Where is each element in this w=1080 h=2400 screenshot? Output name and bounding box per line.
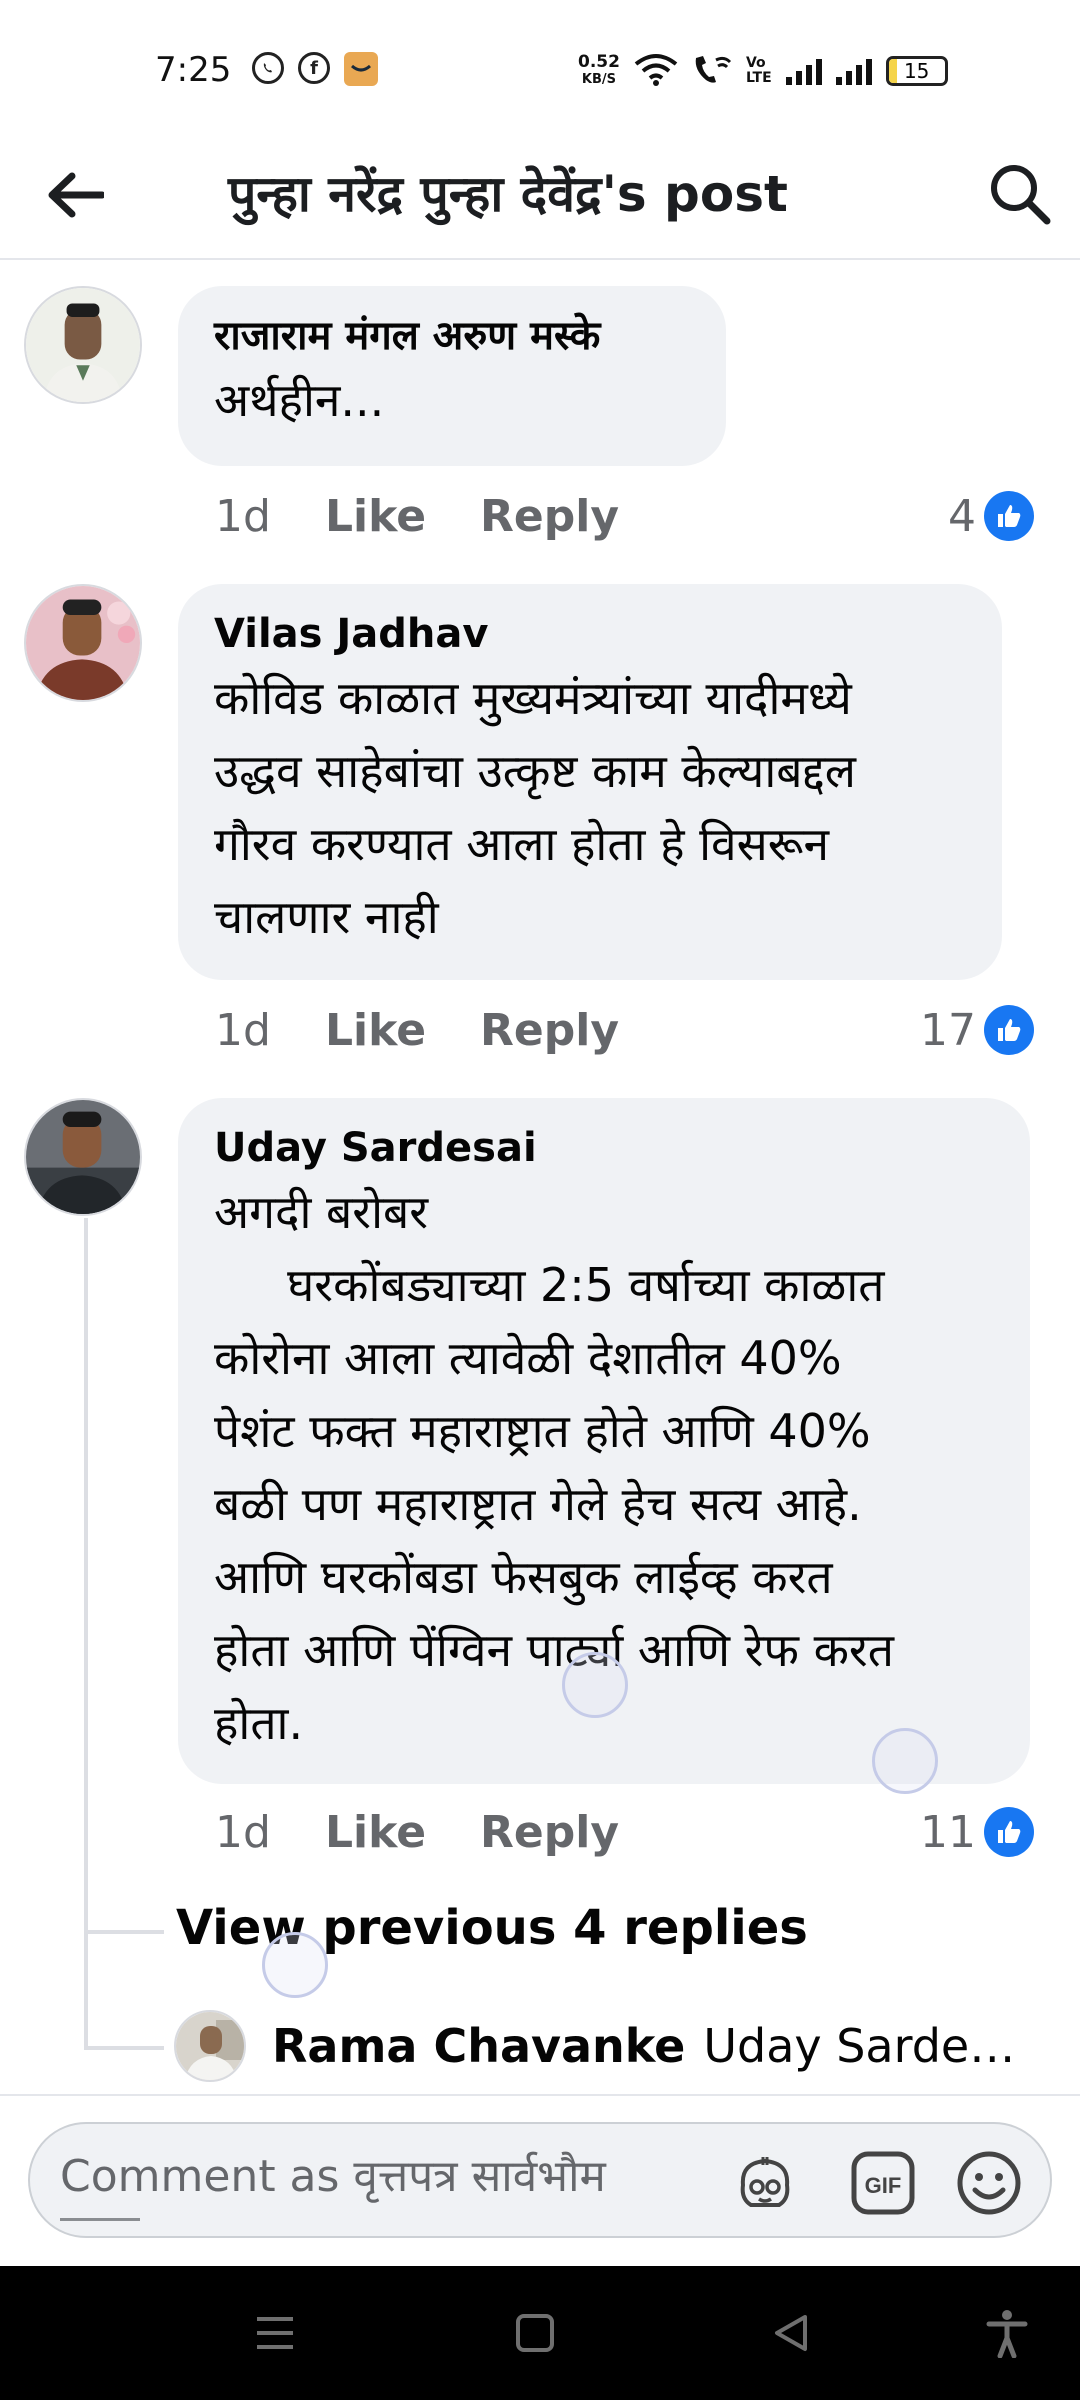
comment-actions: 1d Like Reply bbox=[215, 1000, 673, 1060]
input-underline bbox=[60, 2218, 140, 2221]
reaction-summary[interactable]: 4 bbox=[948, 486, 1034, 546]
comment-author[interactable]: राजाराम मंगल अरुण मस्के bbox=[214, 308, 690, 364]
wifi-icon bbox=[634, 52, 678, 90]
comment-composer[interactable]: GIF bbox=[28, 2122, 1052, 2238]
comment-input[interactable] bbox=[60, 2146, 700, 2206]
signal-icon bbox=[785, 57, 822, 85]
comment-bubble: राजाराम मंगल अरुण मस्के अर्थहीन... bbox=[178, 286, 726, 466]
comment-text: अर्थहीन... bbox=[214, 373, 385, 427]
like-button[interactable]: Like bbox=[325, 491, 426, 542]
notification-icons: f bbox=[252, 52, 378, 86]
comment-composer-bar: GIF bbox=[0, 2094, 1080, 2266]
page-title: पुन्हा नरेंद्र पुन्हा देवेंद्र's post bbox=[228, 165, 788, 223]
reaction-summary[interactable]: 11 bbox=[920, 1802, 1034, 1862]
signal-icon bbox=[835, 57, 872, 85]
reply-preview[interactable]: Rama Chavanke Uday Sardes... bbox=[174, 2008, 1034, 2084]
search-icon[interactable] bbox=[980, 154, 1060, 234]
comment-time: 1d bbox=[215, 1004, 271, 1056]
reaction-summary[interactable]: 17 bbox=[920, 1000, 1034, 1060]
like-reaction-icon bbox=[984, 1807, 1034, 1857]
gif-icon[interactable]: GIF bbox=[850, 2150, 916, 2216]
avatar[interactable] bbox=[24, 1098, 142, 1216]
comment-time: 1d bbox=[215, 490, 271, 542]
status-bar: 7:25 f 0.52 KB/S Vo LTE 15 bbox=[0, 0, 1080, 130]
touch-indicator bbox=[872, 1728, 938, 1794]
like-reaction-icon bbox=[984, 1005, 1034, 1055]
comment-author[interactable]: Uday Sardesai bbox=[214, 1120, 994, 1176]
system-nav-bar bbox=[0, 2266, 1080, 2400]
avatar[interactable] bbox=[174, 2010, 246, 2082]
reply-button[interactable]: Reply bbox=[480, 1005, 619, 1056]
touch-indicator bbox=[262, 1932, 328, 1998]
wifi-call-icon bbox=[692, 52, 732, 90]
like-button[interactable]: Like bbox=[325, 1807, 426, 1858]
reply-button[interactable]: Reply bbox=[480, 1807, 619, 1858]
back-arrow-icon[interactable] bbox=[40, 160, 110, 230]
status-time: 7:25 bbox=[155, 50, 232, 90]
volte-icon: Vo LTE bbox=[745, 55, 772, 86]
comment-bubble: Vilas Jadhav कोविड काळात मुख्यमंत्र्यांच… bbox=[178, 584, 1002, 980]
reply-author[interactable]: Rama Chavanke bbox=[272, 2019, 685, 2073]
avatar[interactable] bbox=[24, 584, 142, 702]
like-reaction-icon bbox=[984, 491, 1034, 541]
comment-text: कोविड काळात मुख्यमंत्र्यांच्या यादीमध्ये… bbox=[214, 671, 856, 944]
touch-indicator bbox=[562, 1652, 628, 1718]
reaction-count: 17 bbox=[920, 1004, 976, 1056]
thread-line bbox=[84, 2046, 164, 2050]
amazon-icon bbox=[344, 52, 378, 86]
reaction-count: 11 bbox=[920, 1806, 976, 1858]
avatar[interactable] bbox=[24, 286, 142, 404]
network-speed: 0.52 KB/S bbox=[578, 52, 620, 88]
svg-text:GIF: GIF bbox=[865, 2173, 902, 2198]
thread-line bbox=[84, 1218, 88, 2048]
comment-time: 1d bbox=[215, 1806, 271, 1858]
home-square-icon[interactable] bbox=[502, 2300, 568, 2366]
like-button[interactable]: Like bbox=[325, 1005, 426, 1056]
accessibility-icon[interactable] bbox=[974, 2300, 1040, 2366]
battery-icon: 15 bbox=[885, 56, 948, 86]
whatsapp-icon bbox=[252, 52, 284, 84]
status-indicators: 0.52 KB/S Vo LTE 15 bbox=[578, 52, 948, 90]
comment-actions: 1d Like Reply bbox=[215, 1802, 673, 1862]
facebook-icon: f bbox=[298, 52, 330, 84]
avatar-sticker-icon[interactable] bbox=[732, 2150, 798, 2216]
reply-button[interactable]: Reply bbox=[480, 491, 619, 542]
comment-author[interactable]: Vilas Jadhav bbox=[214, 606, 966, 662]
comment-actions: 1d Like Reply bbox=[215, 486, 673, 546]
app-header: पुन्हा नरेंद्र पुन्हा देवेंद्र's post bbox=[0, 130, 1080, 260]
menu-icon[interactable] bbox=[242, 2300, 308, 2366]
reply-snippet: Uday Sardes... bbox=[703, 2019, 1034, 2073]
emoji-icon[interactable] bbox=[956, 2150, 1022, 2216]
back-triangle-icon[interactable] bbox=[758, 2300, 824, 2366]
thread-line bbox=[84, 1930, 164, 1934]
reaction-count: 4 bbox=[948, 490, 976, 542]
